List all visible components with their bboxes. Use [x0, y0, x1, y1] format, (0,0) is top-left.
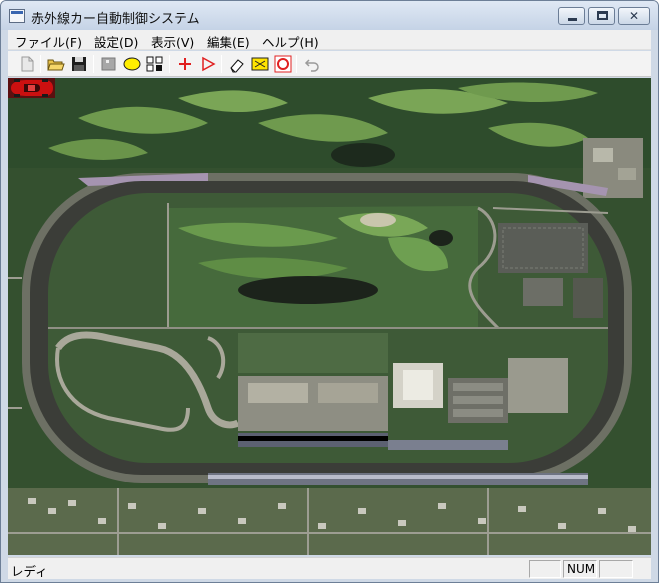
square-tool-icon [101, 57, 116, 71]
status-pane-num: NUM [563, 560, 597, 578]
toolbar-separator [169, 55, 170, 73]
save-button[interactable] [68, 53, 90, 75]
target-icon [274, 55, 292, 73]
toolbar-separator [221, 55, 222, 73]
close-button[interactable]: ✕ [618, 7, 650, 25]
minimize-icon [568, 18, 577, 21]
race-track-aerial-image [8, 78, 651, 555]
grid-tool-button[interactable] [144, 53, 166, 75]
map-view[interactable] [8, 78, 651, 555]
eraser-icon [230, 59, 244, 73]
target-button[interactable] [272, 53, 294, 75]
menu-bar: ファイル(F) 設定(D) 表示(V) 編集(E) ヘルプ(H) [8, 30, 651, 50]
open-folder-icon [47, 59, 65, 71]
app-window: 赤外線カー自動制御システム ✕ ファイル(F) 設定(D) 表示(V) 編集(E… [0, 0, 659, 583]
menu-help[interactable]: ヘルプ(H) [262, 32, 319, 51]
menu-edit[interactable]: 編集(E) [207, 32, 250, 51]
app-icon[interactable] [9, 9, 25, 23]
maximize-button[interactable] [588, 7, 615, 25]
undo-button[interactable] [301, 53, 323, 75]
play-icon [202, 56, 216, 72]
status-bar: レディ NUM [8, 557, 651, 579]
toolbar-separator [296, 55, 297, 73]
play-button[interactable] [197, 53, 219, 75]
grid-tool-icon [146, 56, 163, 72]
ellipse-tool-button[interactable] [121, 53, 143, 75]
menu-file[interactable]: ファイル(F) [15, 32, 82, 51]
screenshot-button[interactable] [249, 53, 271, 75]
status-pane-scroll [599, 560, 633, 578]
title-bar[interactable]: 赤外線カー自動制御システム ✕ [1, 1, 658, 30]
undo-icon [304, 59, 319, 72]
maximize-icon [597, 11, 608, 20]
toolbar [8, 51, 651, 77]
red-car-icon[interactable] [8, 78, 55, 98]
eraser-button[interactable] [226, 53, 248, 75]
toolbar-separator [93, 55, 94, 73]
screenshot-icon [251, 57, 269, 71]
add-point-icon [179, 58, 191, 70]
add-point-button[interactable] [174, 53, 196, 75]
menu-settings[interactable]: 設定(D) [94, 32, 138, 51]
new-file-button[interactable] [16, 53, 38, 75]
toolbar-separator [40, 55, 41, 73]
open-button[interactable] [45, 53, 67, 75]
new-file-icon [21, 56, 34, 72]
window-title: 赤外線カー自動制御システム [31, 12, 200, 27]
ellipse-tool-icon [123, 57, 141, 71]
status-pane-caps [529, 560, 561, 578]
menu-view[interactable]: 表示(V) [151, 32, 194, 51]
close-icon: ✕ [628, 9, 640, 23]
minimize-button[interactable] [558, 7, 585, 25]
square-tool-button[interactable] [98, 53, 120, 75]
status-text: レディ [11, 564, 48, 579]
save-disk-icon [72, 57, 86, 71]
